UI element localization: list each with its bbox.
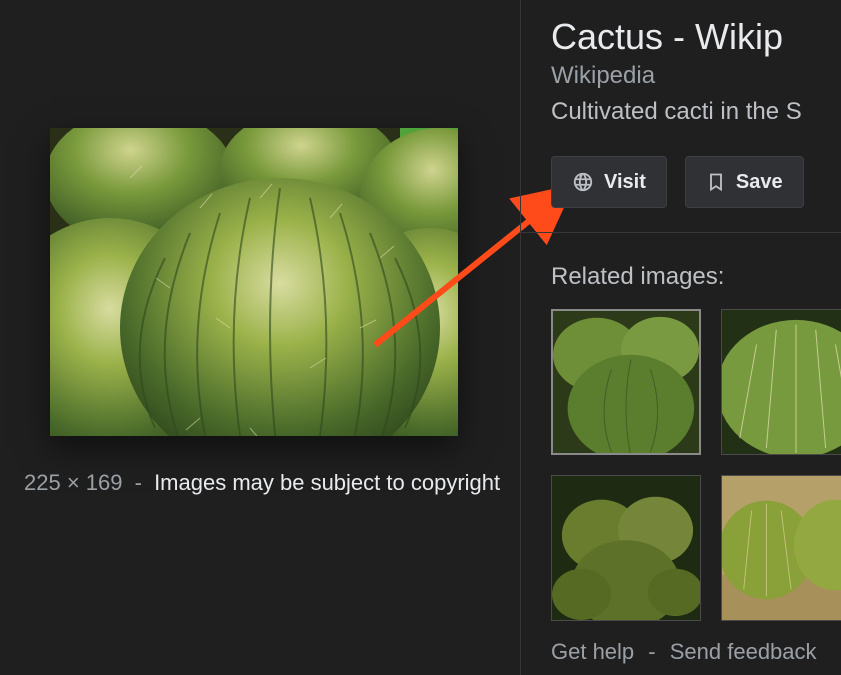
page-title[interactable]: Cactus - Wikip [551, 16, 841, 58]
copyright-notice[interactable]: Images may be subject to copyright [154, 470, 500, 495]
separator: - [648, 639, 655, 664]
section-divider [521, 232, 841, 233]
detail-pane: Cactus - Wikip Wikipedia Cultivated cact… [520, 0, 841, 675]
bookmark-icon [706, 171, 726, 193]
save-button-label: Save [736, 171, 783, 194]
get-help-link[interactable]: Get help [551, 639, 634, 664]
action-buttons: Visit Save [551, 156, 841, 208]
related-images-heading: Related images: [551, 263, 841, 291]
image-dimensions-line: 225 × 169 - Images may be subject to cop… [24, 470, 500, 496]
related-image-thumb[interactable] [721, 475, 841, 621]
related-image-thumb[interactable] [551, 309, 701, 455]
image-dimensions: 225 × 169 [24, 470, 122, 495]
globe-icon [572, 171, 594, 193]
main-image[interactable] [50, 128, 458, 436]
related-image-thumb[interactable] [551, 475, 701, 621]
visit-button[interactable]: Visit [551, 156, 667, 208]
image-preview-pane: 225 × 169 - Images may be subject to cop… [0, 0, 520, 675]
related-image-thumb[interactable] [721, 309, 841, 455]
separator: - [135, 470, 142, 495]
related-images-grid [551, 309, 841, 621]
visit-button-label: Visit [604, 171, 646, 194]
page-source[interactable]: Wikipedia [551, 62, 841, 90]
save-button[interactable]: Save [685, 156, 804, 208]
send-feedback-link[interactable]: Send feedback [670, 639, 817, 664]
footer-links: Get help - Send feedback [551, 639, 817, 665]
page-description: Cultivated cacti in the S [551, 98, 841, 126]
